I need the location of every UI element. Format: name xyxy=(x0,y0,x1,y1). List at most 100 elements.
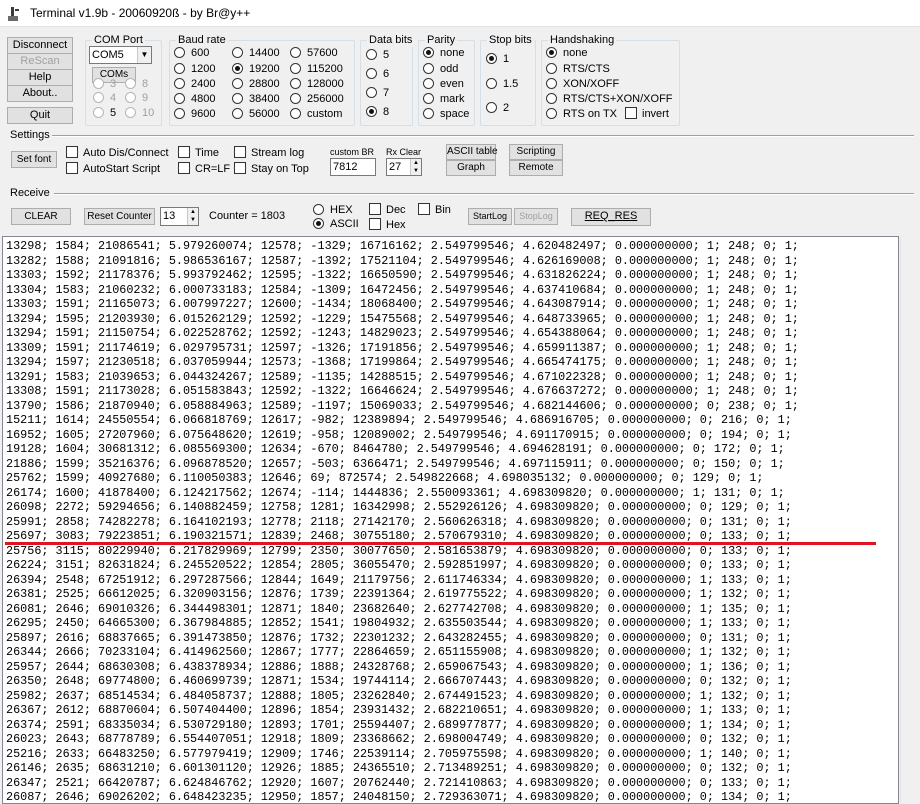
log-line: 13303; 1591; 21165073; 6.007997227; 1260… xyxy=(6,297,799,311)
handshaking-rts-on-tx-radio[interactable]: RTS on TX xyxy=(546,108,617,121)
stay-on-top-checkbox[interactable]: Stay on Top xyxy=(234,162,309,176)
log-line: 26350; 2648; 69774800; 6.460699739; 1287… xyxy=(6,674,792,688)
baud-19200-radio[interactable]: 19200 xyxy=(232,63,280,76)
log-line: 26087; 2646; 69026202; 6.648423235; 1295… xyxy=(6,790,792,804)
dec-checkbox[interactable]: Dec xyxy=(369,203,406,217)
baud-2400-radio[interactable]: 2400 xyxy=(174,78,215,91)
baud-9600-radio[interactable]: 9600 xyxy=(174,108,215,121)
log-line: 13294; 1595; 21203930; 6.015262129; 1259… xyxy=(6,311,799,326)
stoplog-button[interactable]: StopLog xyxy=(514,208,558,225)
com-port-select[interactable]: COM5 ▼ xyxy=(89,46,152,64)
baud-256000-radio[interactable]: 256000 xyxy=(290,93,344,106)
baud-4800-radio[interactable]: 4800 xyxy=(174,93,215,106)
com-radio-3[interactable]: 3 xyxy=(93,78,116,91)
handshaking-none-radio[interactable]: none xyxy=(546,47,587,60)
title-bar: Terminal v1.9b - 20060920ß - by Br@y++ xyxy=(0,0,920,27)
com-radio-10[interactable]: 10 xyxy=(125,107,154,120)
rx-clear-value: 27 xyxy=(389,161,402,173)
stop-bits-2-radio[interactable]: 2 xyxy=(486,102,509,115)
log-line: 26347; 2521; 66420787; 6.624846762; 1292… xyxy=(6,775,792,790)
baud-rate-label: Baud rate xyxy=(176,33,228,47)
remote-button[interactable]: Remote xyxy=(509,160,563,176)
spin-arrows-icon: ▲ ▼ xyxy=(187,208,198,225)
data-bits-8-radio[interactable]: 8 xyxy=(366,106,389,119)
handshaking-xon-xoff-radio[interactable]: XON/XOFF xyxy=(546,78,619,91)
com-radio-4[interactable]: 4 xyxy=(93,92,116,105)
ascii-table-button[interactable]: ASCII table xyxy=(446,144,498,160)
log-line: 13304; 1583; 21060232; 6.000733183; 1258… xyxy=(6,282,799,297)
parity-space-radio[interactable]: space xyxy=(423,108,469,121)
disconnect-button[interactable]: Disconnect xyxy=(7,37,73,54)
baud-600-radio[interactable]: 600 xyxy=(174,47,209,60)
stream-log-checkbox[interactable]: Stream log xyxy=(234,146,304,160)
scripting-button[interactable]: Scripting xyxy=(509,144,563,160)
quit-button[interactable]: Quit xyxy=(7,107,73,124)
startlog-button[interactable]: StartLog xyxy=(468,208,512,225)
baud-custom-radio[interactable]: custom xyxy=(290,108,342,121)
baud-28800-radio[interactable]: 28800 xyxy=(232,78,280,91)
parity-none-radio[interactable]: none xyxy=(423,47,464,60)
log-line: 26098; 2272; 59294656; 6.140882459; 1275… xyxy=(6,500,792,514)
auto-dis-connect-checkbox[interactable]: Auto Dis/Connect xyxy=(66,146,169,160)
log-line: 25957; 2644; 68630308; 6.438378934; 1288… xyxy=(6,659,792,674)
log-line: 26081; 2646; 69010326; 6.344498301; 1287… xyxy=(6,601,792,616)
log-line: 25991; 2858; 74282278; 6.164102193; 1277… xyxy=(6,514,792,529)
chevron-down-icon: ▼ xyxy=(137,47,151,63)
reset-counter-button[interactable]: Reset Counter xyxy=(84,208,155,225)
log-line: 25756; 3115; 80229940; 6.217829969; 1279… xyxy=(6,543,792,558)
about-button[interactable]: About.. xyxy=(7,85,73,102)
log-line: 26295; 2450; 64665300; 6.367984885; 1285… xyxy=(6,616,792,630)
log-line: 13303; 1592; 21178376; 5.993792462; 1259… xyxy=(6,268,799,282)
baud-14400-radio[interactable]: 14400 xyxy=(232,47,280,60)
receive-separator xyxy=(54,193,914,195)
rescan-button[interactable]: ReScan xyxy=(7,53,73,70)
hex-format-radio[interactable]: HEX xyxy=(313,204,353,217)
invert-checkbox[interactable]: invert xyxy=(625,107,669,121)
data-bits-5-radio[interactable]: 5 xyxy=(366,49,389,62)
data-bits-7-radio[interactable]: 7 xyxy=(366,87,389,100)
parity-even-radio[interactable]: even xyxy=(423,78,464,91)
clear-button[interactable]: CLEAR xyxy=(11,208,71,225)
help-button[interactable]: Help xyxy=(7,69,73,86)
receive-log[interactable]: 13298; 1584; 21086541; 5.979260074; 1257… xyxy=(2,236,899,804)
parity-odd-radio[interactable]: odd xyxy=(423,63,458,76)
stop-bits-1-5-radio[interactable]: 1.5 xyxy=(486,78,518,91)
baud-115200-radio[interactable]: 115200 xyxy=(290,63,343,76)
baud-57600-radio[interactable]: 57600 xyxy=(290,47,338,60)
time-checkbox[interactable]: Time xyxy=(178,146,219,160)
data-bits-6-radio[interactable]: 6 xyxy=(366,68,389,81)
data-bits-label: Data bits xyxy=(367,33,415,47)
ascii-format-radio[interactable]: ASCII xyxy=(313,218,359,231)
hex-checkbox[interactable]: Hex xyxy=(369,218,406,232)
handshaking-rts-cts-radio[interactable]: RTS/CTS xyxy=(546,63,610,76)
log-line: 26146; 2635; 68631210; 6.601301120; 1292… xyxy=(6,761,792,775)
log-line: 26023; 2643; 68778789; 6.554407051; 1291… xyxy=(6,732,792,746)
log-line: 25762; 1599; 40927680; 6.110050383; 1264… xyxy=(6,471,764,485)
window-title: Terminal v1.9b - 20060920ß - by Br@y++ xyxy=(30,6,251,20)
cr-lf-checkbox[interactable]: CR=LF xyxy=(178,162,230,176)
rx-clear-spin[interactable]: 27 ▲ ▼ xyxy=(386,158,422,176)
log-line: 13790; 1586; 21870940; 6.058884963; 1258… xyxy=(6,398,799,413)
log-line: 13291; 1583; 21039653; 6.044324267; 1258… xyxy=(6,369,799,384)
baud-1200-radio[interactable]: 1200 xyxy=(174,63,215,76)
log-scrollbar[interactable] xyxy=(900,236,918,804)
autostart-script-checkbox[interactable]: AutoStart Script xyxy=(66,162,160,176)
com-radio-9[interactable]: 9 xyxy=(125,92,148,105)
com-radio-5[interactable]: 5 xyxy=(93,107,116,120)
baud-38400-radio[interactable]: 38400 xyxy=(232,93,280,106)
set-font-button[interactable]: Set font xyxy=(11,151,57,168)
graph-button[interactable]: Graph xyxy=(446,160,496,176)
com-radio-8[interactable]: 8 xyxy=(125,78,148,91)
stop-bits-1-radio[interactable]: 1 xyxy=(486,53,509,66)
parity-mark-radio[interactable]: mark xyxy=(423,93,464,106)
bin-checkbox[interactable]: Bin xyxy=(418,203,451,217)
log-line: 26374; 2591; 68335034; 6.530729180; 1289… xyxy=(6,717,792,732)
baud-128000-radio[interactable]: 128000 xyxy=(290,78,344,91)
req-res-button[interactable]: REQ_RES xyxy=(571,208,651,226)
log-line: 26394; 2548; 67251912; 6.297287566; 1284… xyxy=(6,572,792,587)
handshaking-rts-cts-xon-xoff-radio[interactable]: RTS/CTS+XON/XOFF xyxy=(546,93,673,106)
custom-br-field[interactable]: 7812 xyxy=(330,158,376,176)
counter-spin[interactable]: 13 ▲ ▼ xyxy=(160,207,199,226)
log-line: 25897; 2616; 68837665; 6.391473850; 1287… xyxy=(6,630,792,645)
baud-56000-radio[interactable]: 56000 xyxy=(232,108,280,121)
